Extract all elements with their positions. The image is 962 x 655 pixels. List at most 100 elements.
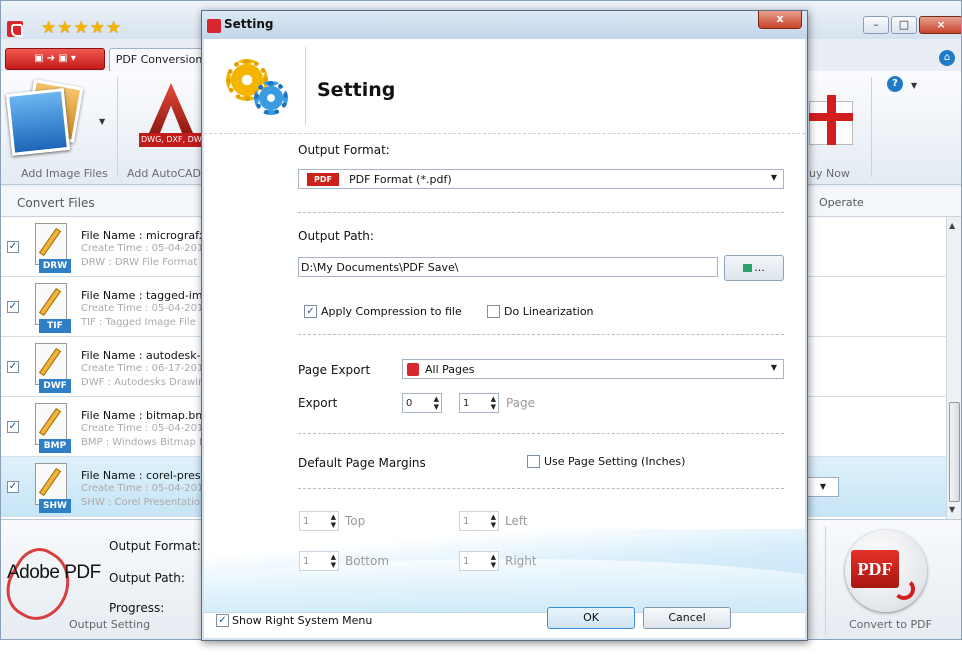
add-image-icon[interactable] <box>5 79 84 156</box>
output-format-value: PDF Format (*.pdf) <box>349 173 452 186</box>
file-ext-badge: TIF <box>39 319 71 333</box>
setting-dialog: Setting x Setting Output Format: PDF PDF… <box>201 10 808 641</box>
operate-dropdown[interactable]: ▼ <box>807 477 839 497</box>
margin-bottom-stepper[interactable]: 1 ▲ ▼ <box>299 551 339 571</box>
export-from-value: 0 <box>406 398 413 409</box>
dialog-app-icon <box>207 19 221 33</box>
margin-top-value: 1 <box>303 516 310 527</box>
ok-button[interactable]: OK <box>547 607 635 629</box>
margin-right-value: 1 <box>463 556 470 567</box>
output-path-field[interactable]: D:\My Documents\PDF Save\ <box>298 257 718 277</box>
stepper-arrows-icon[interactable]: ▲ ▼ <box>331 553 336 569</box>
stepper-arrows-icon[interactable]: ▲ ▼ <box>491 513 496 529</box>
buy-now-label[interactable]: uy Now <box>809 167 850 180</box>
autocad-tag: DWG, DXF, DWF <box>139 133 205 147</box>
export-to-value: 1 <box>463 398 470 409</box>
browse-label: ... <box>754 261 765 274</box>
file-type: SHW : Corel Presentation <box>81 497 207 508</box>
app-logo-icon <box>7 21 23 37</box>
margin-top-stepper[interactable]: 1 ▲ ▼ <box>299 511 339 531</box>
file-checkbox[interactable]: ✓ <box>7 481 19 493</box>
page-export-label: Page Export <box>298 363 371 377</box>
gift-icon[interactable] <box>807 85 853 145</box>
pdf-doc-icon: PDF <box>851 550 899 588</box>
file-checkbox[interactable]: ✓ <box>7 361 19 373</box>
output-format-select[interactable]: PDF PDF Format (*.pdf) ▼ <box>298 169 784 189</box>
divider <box>298 488 784 489</box>
export-to-stepper[interactable]: 1 ▲ ▼ <box>459 393 499 413</box>
page-label: Page <box>506 396 536 410</box>
chevron-down-icon[interactable]: ▼ <box>771 363 777 372</box>
apply-compression-checkbox[interactable]: ✓ <box>304 305 317 318</box>
left-label: Left <box>505 514 528 528</box>
quick-convert-button[interactable]: ▣ ➔ ▣ ▾ <box>5 48 105 70</box>
file-ext-badge: SHW <box>39 499 71 513</box>
add-autocad-label[interactable]: Add AutoCAD F <box>127 167 211 180</box>
margin-right-stepper[interactable]: 1 ▲ ▼ <box>459 551 499 571</box>
stepper-arrows-icon[interactable]: ▲ ▼ <box>434 395 439 411</box>
convert-files-heading: Convert Files <box>17 196 95 210</box>
file-checkbox[interactable]: ✓ <box>7 421 19 433</box>
minimize-button[interactable]: – <box>863 16 889 34</box>
file-name: File Name : bitmap.bmp <box>81 409 214 422</box>
file-type: TIF : Tagged Image File <box>81 317 196 328</box>
maximize-button[interactable]: □ <box>891 16 917 34</box>
output-setting-label[interactable]: Output Setting <box>69 618 150 631</box>
home-icon[interactable]: ⌂ <box>939 50 955 66</box>
file-create-time: Create Time : 05-04-2012 <box>81 483 210 494</box>
convert-to-pdf-label[interactable]: Convert to PDF <box>849 618 932 631</box>
file-icon: BMP <box>33 403 71 453</box>
add-image-label[interactable]: Add Image Files <box>21 167 108 180</box>
apply-compression-label[interactable]: Apply Compression to file <box>321 305 462 318</box>
dialog-close-button[interactable]: x <box>758 11 802 29</box>
file-type: BMP : Windows Bitmap F <box>81 437 205 448</box>
file-icon: SHW <box>33 463 71 513</box>
chevron-down-icon[interactable]: ▼ <box>911 81 917 90</box>
rating-stars-icon[interactable]: ★★★★★ <box>41 18 122 38</box>
file-checkbox[interactable]: ✓ <box>7 301 19 313</box>
cancel-button[interactable]: Cancel <box>643 607 731 629</box>
divider <box>305 47 306 125</box>
file-checkbox[interactable]: ✓ <box>7 241 19 253</box>
convert-to-pdf-button[interactable]: PDF <box>845 530 927 612</box>
stepper-arrows-icon[interactable]: ▲ ▼ <box>491 553 496 569</box>
divider <box>825 526 826 634</box>
scrollbar[interactable]: ▲ ▼ <box>946 217 961 519</box>
default-page-margins-label: Default Page Margins <box>298 456 426 470</box>
divider <box>298 212 784 213</box>
browse-button[interactable]: ... <box>724 255 784 281</box>
bottom-label: Bottom <box>345 554 390 568</box>
show-right-system-menu-checkbox[interactable]: ✓ <box>216 614 229 627</box>
tab-pdf-conversion[interactable]: PDF Conversion <box>109 48 209 72</box>
use-page-setting-label[interactable]: Use Page Setting (Inches) <box>544 455 685 468</box>
file-icon: DRW <box>33 223 71 273</box>
chevron-down-icon[interactable]: ▼ <box>771 173 777 182</box>
show-right-system-menu-label[interactable]: Show Right System Menu <box>232 614 372 627</box>
output-path-label: Output Path: <box>109 571 185 585</box>
chevron-down-icon[interactable]: ▼ <box>99 117 105 126</box>
scroll-up-icon[interactable]: ▲ <box>949 221 955 230</box>
use-page-setting-checkbox[interactable] <box>527 455 540 468</box>
margin-bottom-value: 1 <box>303 556 310 567</box>
close-button[interactable]: × <box>919 16 961 34</box>
scrollbar-thumb[interactable] <box>949 402 960 502</box>
file-create-time: Create Time : 06-17-2012 <box>81 363 210 374</box>
folder-icon <box>743 264 753 272</box>
autocad-icon[interactable]: DWG, DXF, DWF <box>139 83 205 155</box>
scroll-down-icon[interactable]: ▼ <box>949 505 955 514</box>
do-linearization-label[interactable]: Do Linearization <box>504 305 594 318</box>
export-from-stepper[interactable]: 0 ▲ ▼ <box>402 393 442 413</box>
output-format-label: Output Format: <box>109 539 201 553</box>
page-export-select[interactable]: All Pages ▼ <box>402 359 784 379</box>
file-name: File Name : corel-present <box>81 469 219 482</box>
margin-left-stepper[interactable]: 1 ▲ ▼ <box>459 511 499 531</box>
right-label: Right <box>505 554 537 568</box>
pdf-badge-icon: PDF <box>307 173 339 186</box>
stepper-arrows-icon[interactable]: ▲ ▼ <box>331 513 336 529</box>
stepper-arrows-icon[interactable]: ▲ ▼ <box>491 395 496 411</box>
help-icon[interactable]: ? <box>887 76 903 92</box>
settings-gears-icon <box>226 59 290 119</box>
do-linearization-checkbox[interactable] <box>487 305 500 318</box>
output-format-label: Output Format: <box>298 143 390 157</box>
file-ext-badge: BMP <box>39 439 71 453</box>
